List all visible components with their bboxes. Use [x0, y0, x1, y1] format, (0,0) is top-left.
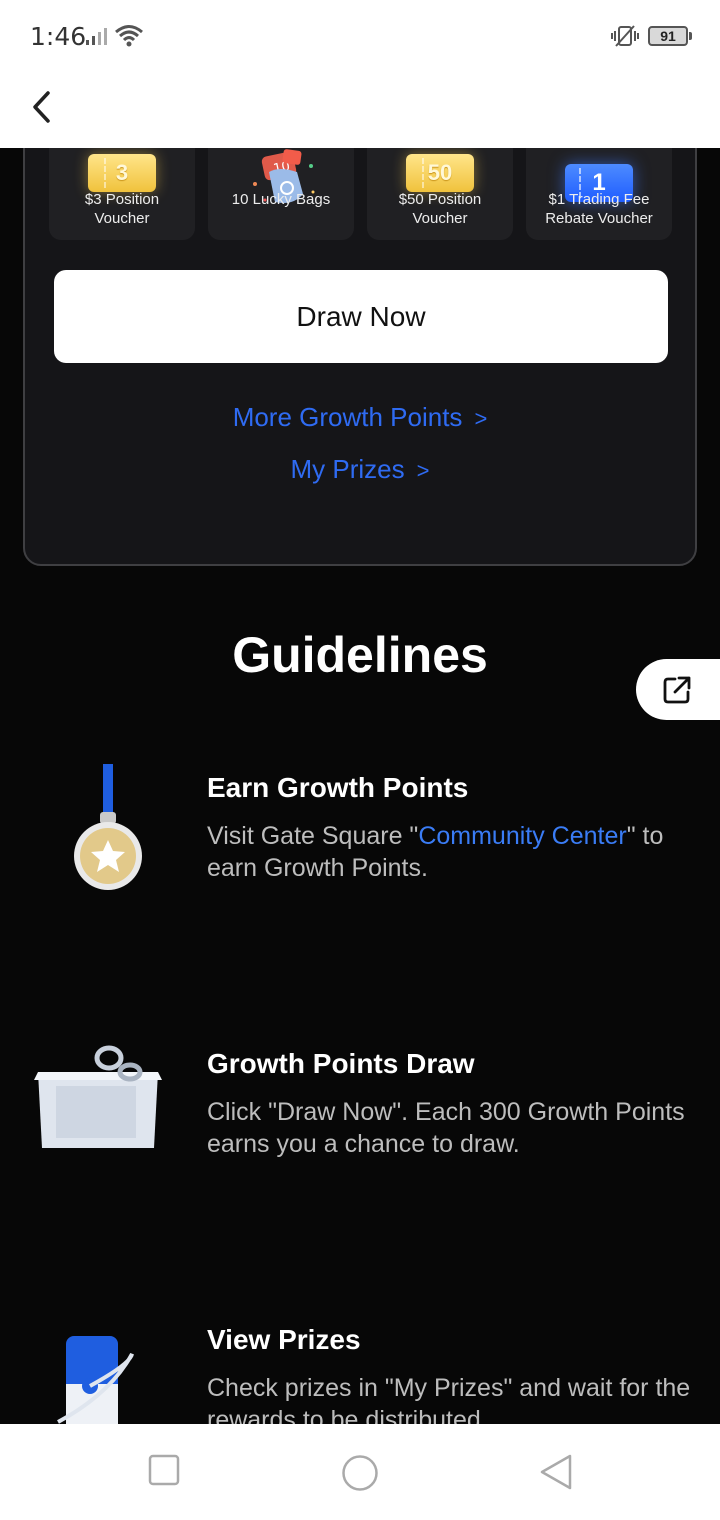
top-nav-bar	[0, 76, 720, 148]
step-text: Visit Gate Square "Community Center" to …	[207, 820, 697, 884]
gold-voucher-icon: 3	[88, 154, 156, 192]
system-nav-bar	[0, 1424, 720, 1520]
medal-icon	[74, 764, 142, 890]
step-text: Click "Draw Now". Each 300 Growth Points…	[207, 1098, 685, 1158]
step-heading: Earn Growth Points	[207, 772, 469, 803]
battery-tip	[689, 32, 692, 40]
wifi-icon	[115, 25, 143, 47]
prize-item: 10 10 Lucky Bags	[208, 148, 354, 240]
chevron-right-icon: >	[474, 406, 488, 431]
step-text: Check prizes in "My Prizes" and wait for…	[207, 1374, 691, 1424]
draw-card: 3 $3 Position Voucher 10 10 Lucky Bags 5…	[23, 148, 697, 566]
step-heading: Growth Points Draw	[207, 1048, 475, 1079]
my-prizes-label: My Prizes	[290, 454, 405, 484]
more-growth-points-link[interactable]: More Growth Points >	[25, 402, 695, 433]
vibrate-icon	[611, 25, 639, 47]
back-nav-icon[interactable]	[538, 1454, 574, 1490]
chevron-right-icon: >	[416, 458, 430, 483]
step-heading: View Prizes	[207, 1324, 361, 1355]
guidelines-title: Guidelines	[232, 627, 488, 683]
prize-label: $1 Trading Fee Rebate Voucher	[545, 191, 653, 227]
draw-box-icon	[34, 1045, 162, 1148]
status-time: 1:46	[30, 22, 87, 51]
step-text-part: Visit Gate Square "	[207, 822, 419, 850]
gold-voucher-icon: 50	[406, 154, 474, 192]
share-button[interactable]	[636, 659, 720, 720]
draw-now-button[interactable]: Draw Now	[54, 270, 668, 363]
prize-label: $50 Position Voucher	[398, 191, 482, 227]
prize-label: $3 Position Voucher	[84, 191, 160, 227]
battery-icon: 91	[648, 26, 688, 46]
prize-item: 1 $1 Trading Fee Rebate Voucher	[526, 148, 672, 240]
my-prizes-link[interactable]: My Prizes >	[25, 454, 695, 485]
signal-icon	[86, 28, 107, 45]
more-growth-points-label: More Growth Points	[232, 402, 463, 432]
home-icon[interactable]	[341, 1454, 379, 1492]
prize-item: 3 $3 Position Voucher	[49, 148, 195, 240]
community-center-link[interactable]: Community Center	[418, 822, 626, 850]
app-screen: 1:46 91 3 $3 Position Voucher 10 10 Luck…	[0, 0, 720, 1520]
back-arrow-icon[interactable]	[24, 82, 60, 132]
scroll-content[interactable]: 3 $3 Position Voucher 10 10 Lucky Bags 5…	[0, 148, 720, 1424]
recent-apps-icon[interactable]	[148, 1454, 180, 1486]
prize-label: 10 Lucky Bags	[231, 191, 331, 208]
prize-item: 50 $50 Position Voucher	[367, 148, 513, 240]
status-bar: 1:46 91	[0, 0, 720, 76]
external-link-icon	[663, 676, 691, 704]
prize-tag-icon	[57, 1336, 134, 1424]
